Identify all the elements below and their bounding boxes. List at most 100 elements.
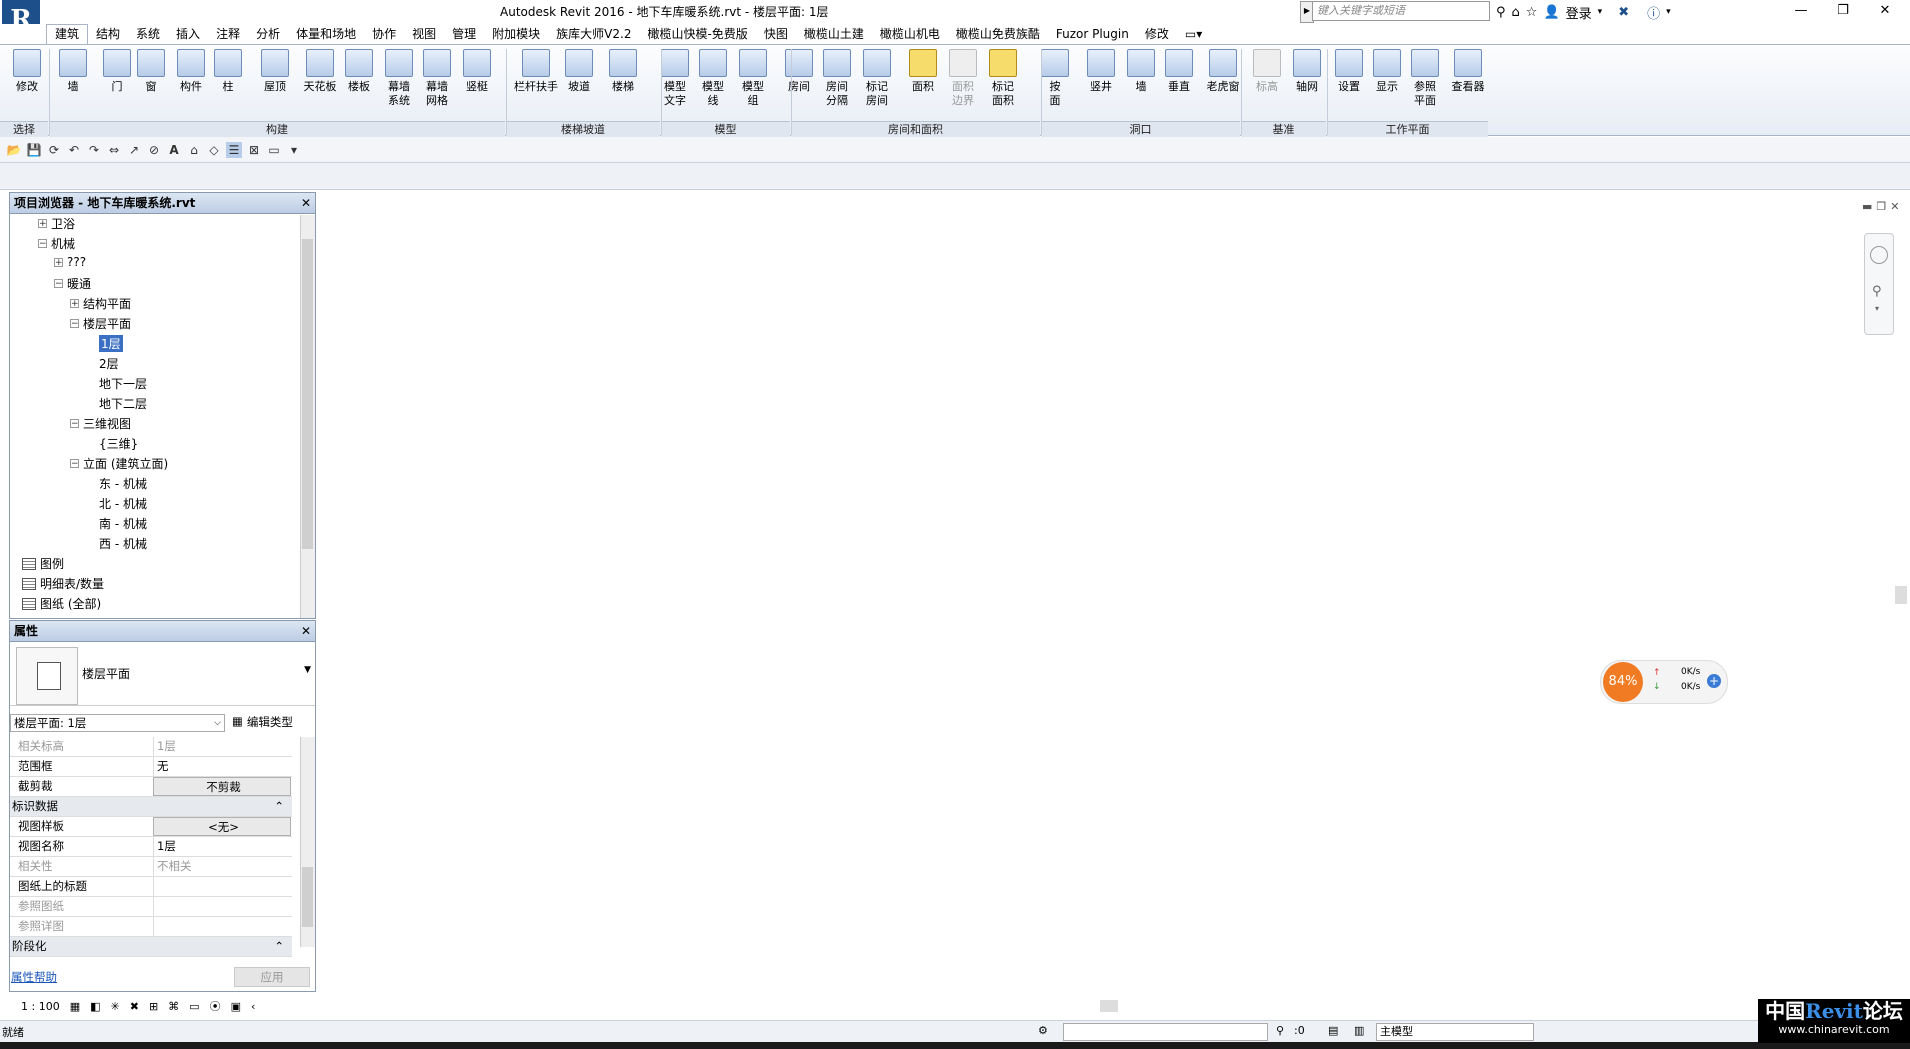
- tab-8[interactable]: 视图: [404, 24, 444, 44]
- ribbon-button-33[interactable]: 参照 平面: [1406, 49, 1444, 108]
- help-dropdown-icon[interactable]: ▾: [1666, 7, 1671, 17]
- property-value[interactable]: [153, 877, 291, 896]
- view-restore-icon[interactable]: ❐: [1876, 200, 1886, 213]
- binoculars-icon[interactable]: ⚲: [1496, 5, 1506, 20]
- expand-icon[interactable]: +: [38, 219, 47, 229]
- ribbon-button-19[interactable]: 房间 分隔: [818, 49, 856, 108]
- browser-item[interactable]: + 结构平面: [70, 295, 131, 312]
- plus-icon[interactable]: +: [1707, 674, 1721, 688]
- tab-1[interactable]: 结构: [88, 24, 128, 44]
- collapse-arrow-icon[interactable]: ‹: [251, 1000, 255, 1013]
- ribbon-button-14[interactable]: 楼梯: [604, 49, 642, 94]
- worksets-icon[interactable]: ⚙: [1038, 1024, 1048, 1037]
- ribbon-button-32[interactable]: 显示: [1368, 49, 1406, 94]
- text-icon[interactable]: A: [166, 142, 182, 158]
- ribbon-button-27[interactable]: 垂直: [1160, 49, 1198, 94]
- ribbon-button-21[interactable]: 面积: [904, 49, 942, 94]
- browser-item[interactable]: − 楼层平面: [70, 315, 131, 332]
- browser-item[interactable]: 东 - 机械: [86, 475, 147, 492]
- zoom-dropdown-icon[interactable]: ▾: [1875, 304, 1879, 313]
- switch-windows-icon[interactable]: ▭: [266, 142, 282, 158]
- ribbon-button-9[interactable]: 幕墙 系统: [380, 49, 418, 108]
- ribbon-button-3[interactable]: 窗: [134, 49, 168, 94]
- design-option-combo[interactable]: 主模型: [1376, 1023, 1534, 1041]
- crop-icon[interactable]: ⌘: [168, 1000, 179, 1013]
- collapse-icon[interactable]: −: [70, 319, 79, 329]
- browser-scrollbar[interactable]: [300, 215, 315, 618]
- type-selector[interactable]: 楼层平面 ▼: [10, 643, 315, 706]
- tab-17[interactable]: Fuzor Plugin: [1048, 24, 1137, 44]
- tab-9[interactable]: 管理: [444, 24, 484, 44]
- property-value[interactable]: [153, 897, 291, 916]
- network-speed-widget[interactable]: 84% ↑ ↓ 0K/s 0K/s +: [1600, 660, 1728, 704]
- panel-label-0[interactable]: 选择: [0, 121, 48, 138]
- ribbon-button-8[interactable]: 楼板: [340, 49, 378, 94]
- reveal-hidden-icon[interactable]: ▣: [231, 1000, 241, 1013]
- collapse-icon[interactable]: −: [38, 239, 47, 249]
- crop-region-icon[interactable]: ▭: [189, 1000, 199, 1013]
- open-icon[interactable]: 📂: [6, 142, 22, 158]
- browser-item[interactable]: 图纸 (全部): [22, 595, 101, 612]
- browser-scroll-thumb[interactable]: [302, 239, 313, 549]
- canvas-vscroll-thumb[interactable]: [1895, 586, 1907, 604]
- sun-path-icon[interactable]: ✳: [111, 1000, 120, 1013]
- login-dropdown-icon[interactable]: ▾: [1598, 7, 1603, 17]
- ribbon-button-34[interactable]: 查看器: [1446, 49, 1490, 94]
- panel-label-4[interactable]: 房间和面积: [791, 121, 1040, 138]
- ribbon-button-0[interactable]: 修改: [8, 49, 46, 94]
- ribbon-button-31[interactable]: 设置: [1330, 49, 1368, 94]
- collapse-icon[interactable]: −: [70, 419, 79, 429]
- collapse-group-icon[interactable]: ⌃: [274, 937, 284, 956]
- tab-3[interactable]: 插入: [168, 24, 208, 44]
- browser-item[interactable]: 图例: [22, 555, 64, 572]
- customize-qat-icon[interactable]: ▾: [286, 142, 302, 158]
- tab-10[interactable]: 附加模块: [484, 24, 548, 44]
- tab-2[interactable]: 系统: [128, 24, 168, 44]
- edit-type-button[interactable]: ▦ 编辑类型: [232, 714, 293, 730]
- detail-level-icon[interactable]: ▦: [70, 1000, 80, 1013]
- browser-item[interactable]: 2层: [86, 355, 119, 372]
- ribbon-button-2[interactable]: 门: [100, 49, 134, 94]
- tab-16[interactable]: 橄榄山免费族酷: [948, 24, 1048, 44]
- tab-11[interactable]: 族库大师V2.2: [548, 24, 639, 44]
- ribbon-minimize-icon[interactable]: ▭▾: [1177, 24, 1210, 44]
- tab-15[interactable]: 橄榄山机电: [872, 24, 948, 44]
- ribbon-button-4[interactable]: 构件: [172, 49, 210, 94]
- ribbon-button-17[interactable]: 模型 组: [734, 49, 772, 108]
- ribbon-button-5[interactable]: 柱: [214, 49, 242, 94]
- properties-help-link[interactable]: 属性帮助: [11, 969, 57, 985]
- temp-hide-icon[interactable]: ⦿: [210, 998, 221, 1014]
- ribbon-button-22[interactable]: 面积 边界: [944, 49, 982, 108]
- close-button[interactable]: ✕: [1864, 0, 1906, 22]
- browser-item[interactable]: 地下一层: [86, 375, 147, 392]
- browser-item[interactable]: +???: [54, 255, 86, 269]
- ribbon-button-12[interactable]: 栏杆扶手: [510, 49, 562, 94]
- tab-12[interactable]: 橄榄山快模-免费版: [639, 24, 755, 44]
- tab-5[interactable]: 分析: [248, 24, 288, 44]
- tab-14[interactable]: 橄榄山土建: [796, 24, 872, 44]
- favorites-star-icon[interactable]: ☆: [1526, 5, 1538, 20]
- collapse-icon[interactable]: −: [54, 279, 63, 289]
- property-group[interactable]: 阶段化 ⌃: [10, 937, 292, 957]
- project-browser-close-icon[interactable]: ✕: [301, 193, 311, 213]
- render-icon[interactable]: ⊞: [149, 1000, 158, 1013]
- collapse-icon[interactable]: −: [70, 459, 79, 469]
- save-icon[interactable]: 💾: [26, 142, 42, 158]
- view-minimize-icon[interactable]: ▬: [1862, 200, 1872, 213]
- sync-icon[interactable]: ⟳: [46, 142, 62, 158]
- editable-icon[interactable]: ▥: [1354, 1024, 1364, 1037]
- shadows-icon[interactable]: ✖: [130, 1000, 139, 1013]
- design-options-icon[interactable]: ▤: [1328, 1024, 1338, 1037]
- browser-item[interactable]: − 暖通: [54, 275, 91, 292]
- browser-item[interactable]: 北 - 机械: [86, 495, 147, 512]
- property-group[interactable]: 标识数据 ⌃: [10, 797, 292, 817]
- property-value[interactable]: 不相关: [153, 857, 291, 876]
- property-value[interactable]: 无: [153, 757, 291, 776]
- expand-icon[interactable]: +: [70, 299, 79, 309]
- browser-item[interactable]: 明细表/数量: [22, 575, 104, 592]
- ribbon-button-13[interactable]: 坡道: [560, 49, 598, 94]
- collapse-group-icon[interactable]: ⌃: [274, 797, 284, 816]
- close-hidden-icon[interactable]: ⊠: [246, 142, 262, 158]
- ribbon-button-25[interactable]: 竖井: [1082, 49, 1120, 94]
- ribbon-button-24[interactable]: 按 面: [1038, 49, 1072, 108]
